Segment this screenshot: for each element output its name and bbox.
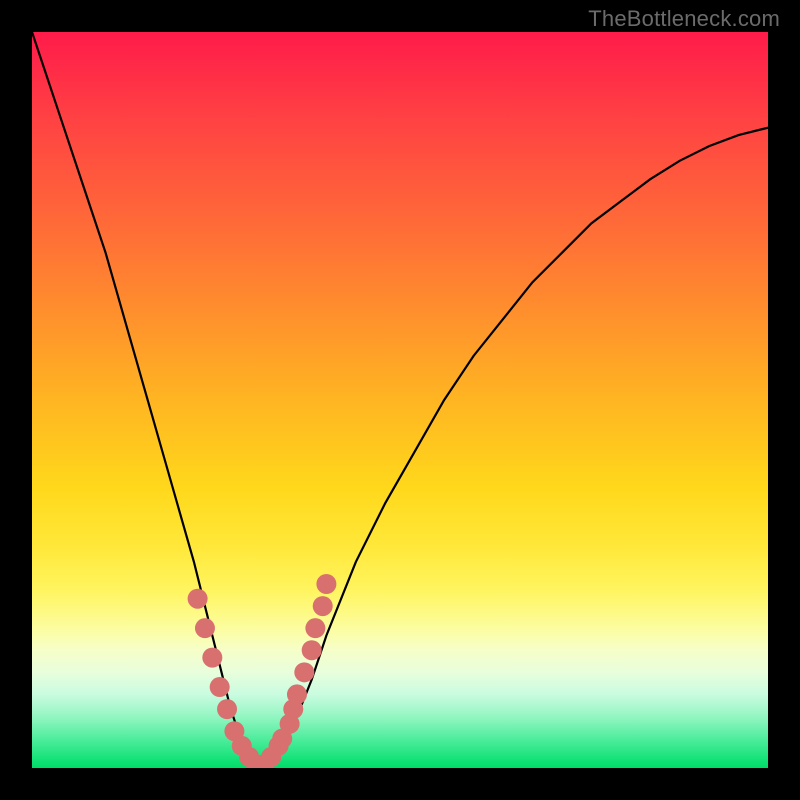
chart-frame: TheBottleneck.com [0, 0, 800, 800]
valley-marker [316, 574, 336, 594]
valley-marker [287, 684, 307, 704]
plot-area [32, 32, 768, 768]
valley-marker [294, 662, 314, 682]
bottleneck-curve [32, 32, 768, 768]
valley-marker [305, 618, 325, 638]
valley-marker [313, 596, 333, 616]
valley-marker [188, 589, 208, 609]
valley-marker [210, 677, 230, 697]
watermark-text: TheBottleneck.com [588, 6, 780, 32]
valley-marker [195, 618, 215, 638]
valley-markers [188, 574, 337, 768]
valley-marker [217, 699, 237, 719]
valley-marker [302, 640, 322, 660]
valley-marker [202, 648, 222, 668]
curve-layer [32, 32, 768, 768]
